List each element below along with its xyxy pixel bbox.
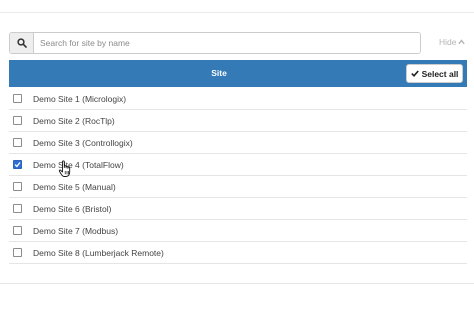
hide-toggle[interactable]: Hide bbox=[439, 37, 466, 47]
site-checkbox[interactable] bbox=[13, 248, 22, 257]
chevron-up-icon bbox=[458, 37, 466, 47]
hide-label: Hide bbox=[439, 37, 457, 47]
site-label: Demo Site 3 (Controllogix) bbox=[33, 137, 133, 148]
table-header: Site Select all bbox=[9, 60, 467, 87]
site-checkbox[interactable] bbox=[13, 182, 22, 191]
site-checkbox[interactable] bbox=[13, 138, 22, 147]
bottom-divider bbox=[0, 283, 474, 284]
select-all-button[interactable]: Select all bbox=[406, 64, 463, 83]
site-checkbox[interactable] bbox=[13, 94, 22, 103]
search-group bbox=[9, 32, 421, 54]
top-divider bbox=[0, 12, 474, 13]
site-label: Demo Site 4 (TotalFlow) bbox=[33, 159, 124, 170]
site-label: Demo Site 6 (Bristol) bbox=[33, 203, 112, 214]
search-row: Hide bbox=[9, 32, 467, 54]
site-row[interactable]: Demo Site 7 (Modbus) bbox=[9, 220, 467, 242]
site-row[interactable]: Demo Site 5 (Manual) bbox=[9, 176, 467, 198]
site-label: Demo Site 7 (Modbus) bbox=[33, 225, 119, 236]
site-label: Demo Site 2 (RocTlp) bbox=[33, 115, 115, 126]
site-row[interactable]: Demo Site 8 (Lumberjack Remote) bbox=[9, 242, 467, 264]
site-row[interactable]: Demo Site 6 (Bristol) bbox=[9, 198, 467, 220]
site-checkbox[interactable] bbox=[13, 204, 22, 213]
site-row[interactable]: Demo Site 1 (Micrologix) bbox=[9, 88, 467, 110]
site-checkbox[interactable] bbox=[13, 160, 22, 169]
site-row[interactable]: Demo Site 2 (RocTlp) bbox=[9, 110, 467, 132]
search-input[interactable] bbox=[34, 33, 420, 53]
site-label: Demo Site 1 (Micrologix) bbox=[33, 93, 127, 104]
site-row[interactable]: Demo Site 3 (Controllogix) bbox=[9, 132, 467, 154]
check-icon bbox=[410, 69, 419, 79]
site-row[interactable]: Demo Site 4 (TotalFlow) bbox=[9, 154, 467, 176]
search-icon[interactable] bbox=[10, 33, 34, 53]
select-all-label: Select all bbox=[421, 68, 459, 79]
site-checkbox[interactable] bbox=[13, 116, 22, 125]
site-column-header: Site bbox=[211, 68, 227, 78]
site-label: Demo Site 5 (Manual) bbox=[33, 181, 116, 192]
site-list: Demo Site 1 (Micrologix) Demo Site 2 (Ro… bbox=[9, 88, 467, 264]
site-checkbox[interactable] bbox=[13, 226, 22, 235]
site-label: Demo Site 8 (Lumberjack Remote) bbox=[33, 247, 164, 258]
